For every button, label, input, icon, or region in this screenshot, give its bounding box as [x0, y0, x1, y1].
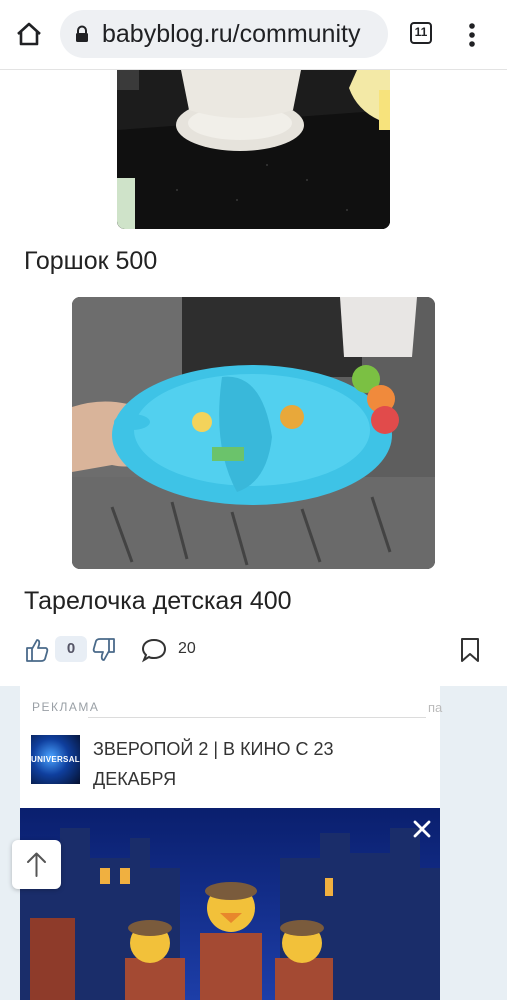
thumb-up-icon[interactable]	[25, 637, 49, 663]
url-text: babyblog.ru/community	[102, 20, 361, 48]
browser-toolbar: babyblog.ru/community 11	[0, 0, 507, 70]
thumb-down-icon[interactable]	[92, 637, 116, 663]
page-content: Горшок 500 Тарелочка детская 400 0 20 РЕ…	[0, 70, 507, 1000]
potty-photo[interactable]	[117, 70, 390, 229]
ad-label: РЕКЛАМА	[32, 700, 100, 714]
more-vert-icon[interactable]	[462, 20, 482, 50]
like-count: 0	[55, 636, 87, 662]
ad-divider	[88, 717, 426, 718]
comment-count: 20	[178, 640, 196, 657]
post-actions: 0 20	[0, 632, 507, 672]
ad-title[interactable]: ЗВЕРОПОЙ 2 | В КИНО С 23 ДЕКАБРЯ	[93, 734, 393, 794]
post-caption-potty: Горшок 500	[24, 247, 158, 275]
ad-corner-text: па	[428, 700, 443, 715]
ad-banner-image[interactable]	[20, 808, 440, 1000]
close-icon[interactable]	[411, 818, 433, 840]
post-caption-plate: Тарелочка детская 400	[24, 587, 292, 615]
post-card: Горшок 500 Тарелочка детская 400 0 20	[0, 70, 507, 686]
logo-text: UNIVERSAL	[31, 755, 80, 764]
home-icon[interactable]	[14, 19, 44, 49]
plate-photo[interactable]	[72, 297, 435, 569]
lock-icon	[76, 25, 88, 42]
arrow-up-icon	[27, 852, 46, 877]
scroll-to-top-button[interactable]	[12, 840, 61, 889]
universal-logo: UNIVERSAL	[31, 735, 80, 784]
address-bar[interactable]: babyblog.ru/community	[60, 10, 388, 58]
tabs-button[interactable]: 11	[410, 22, 432, 44]
comment-icon[interactable]	[140, 637, 168, 663]
bookmark-icon[interactable]	[459, 637, 481, 663]
